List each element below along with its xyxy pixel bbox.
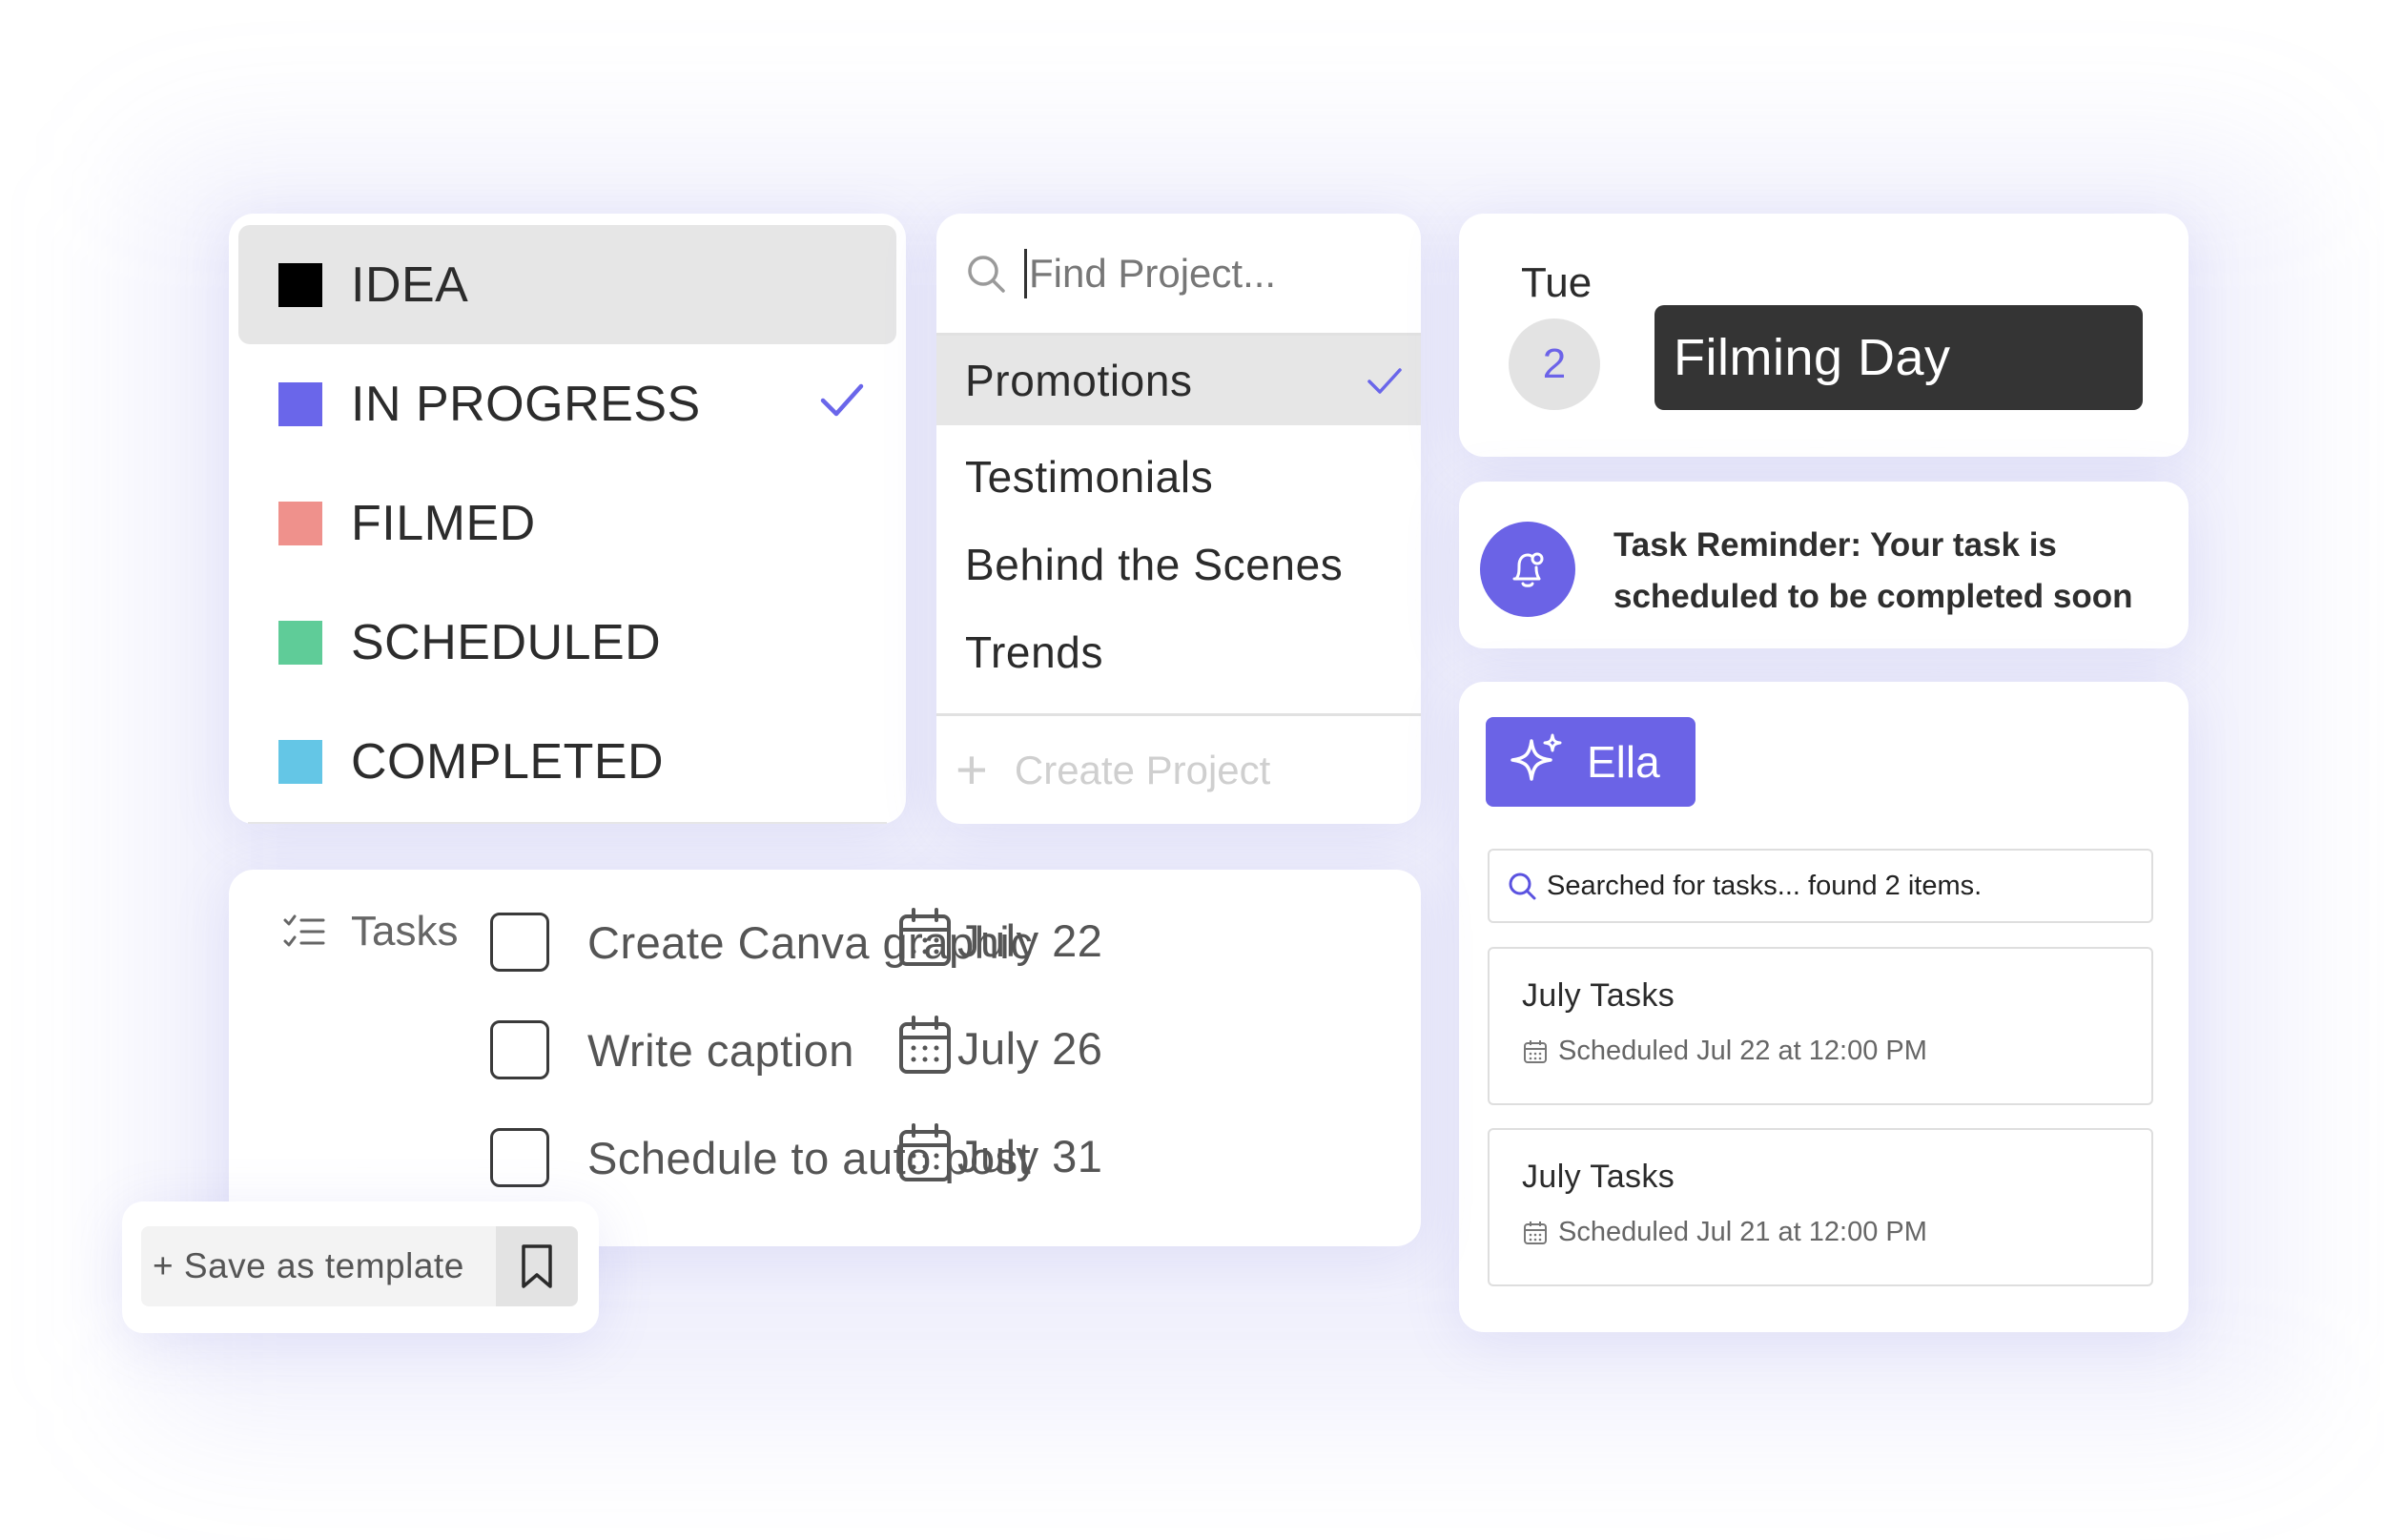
check-icon xyxy=(1367,368,1402,394)
tasks-card: Tasks Create Canva graphic July 22 Write… xyxy=(229,870,1421,1246)
project-item-testimonials[interactable]: Testimonials xyxy=(936,433,1421,521)
status-swatch xyxy=(278,381,322,426)
ella-assistant-button[interactable]: Ella xyxy=(1486,717,1696,807)
calendar-day-card: Tue 2 Filming Day xyxy=(1459,214,2189,457)
calendar-icon[interactable] xyxy=(896,1015,954,1078)
search-placeholder: Find Project... xyxy=(1029,250,1277,296)
calendar-icon[interactable] xyxy=(896,1122,954,1185)
task-result-schedule: Scheduled Jul 21 at 12:00 PM xyxy=(1522,1217,2151,1248)
project-item-trends[interactable]: Trends xyxy=(936,608,1421,696)
calendar-icon[interactable] xyxy=(896,907,954,970)
project-label: Testimonials xyxy=(965,452,1214,502)
calendar-icon xyxy=(1524,1039,1547,1063)
bookmark-icon xyxy=(522,1244,552,1288)
status-item-completed[interactable]: COMPLETED xyxy=(238,702,896,821)
status-item-scheduled[interactable]: SCHEDULED xyxy=(238,583,896,702)
text-caret xyxy=(1024,248,1027,298)
assistant-card: Ella Searched for tasks... found 2 items… xyxy=(1459,682,2189,1332)
project-dropdown: Find Project... Promotions Testimonials … xyxy=(936,214,1421,824)
create-project-label: Create Project xyxy=(1014,747,1271,792)
day-name: Tue xyxy=(1521,259,1593,306)
task-result-schedule: Scheduled Jul 22 at 12:00 PM xyxy=(1522,1036,2151,1067)
task-name[interactable]: Write caption xyxy=(587,1024,854,1077)
event-pill[interactable]: Filming Day xyxy=(1654,305,2143,410)
save-as-template-button[interactable]: + Save as template xyxy=(141,1226,500,1306)
status-item-idea[interactable]: IDEA xyxy=(238,225,896,344)
status-item-in-progress[interactable]: IN PROGRESS xyxy=(238,344,896,463)
task-result-title: July Tasks xyxy=(1522,1159,1675,1195)
status-label: SCHEDULED xyxy=(351,614,662,670)
sparkle-icon xyxy=(1511,733,1562,781)
task-result-item[interactable]: July Tasks Scheduled Jul 22 at 12:00 PM xyxy=(1488,947,2153,1105)
search-icon xyxy=(968,255,1005,293)
assistant-name: Ella xyxy=(1587,737,1660,787)
tasks-title: Tasks xyxy=(351,908,459,955)
divider xyxy=(248,822,887,824)
status-swatch xyxy=(278,620,322,665)
task-checkbox[interactable] xyxy=(490,1020,549,1079)
task-row: Schedule to auto post July 31 xyxy=(490,1123,1396,1189)
project-search-input[interactable]: Find Project... xyxy=(936,214,1421,336)
search-icon xyxy=(1509,873,1536,900)
task-result-item[interactable]: July Tasks Scheduled Jul 21 at 12:00 PM xyxy=(1488,1128,2153,1286)
plus-icon: + xyxy=(956,738,988,801)
task-reminder-card[interactable]: Task Reminder: Your task is scheduled to… xyxy=(1459,482,2189,648)
calendar-icon xyxy=(1524,1221,1547,1244)
search-status-text: Searched for tasks... found 2 items. xyxy=(1547,870,1983,901)
status-label: IN PROGRESS xyxy=(351,376,701,432)
project-item-promotions[interactable]: Promotions xyxy=(936,336,1421,425)
status-label: FILMED xyxy=(351,495,536,551)
status-swatch xyxy=(278,262,322,307)
task-date[interactable]: July 22 xyxy=(957,914,1102,967)
tasks-header: Tasks xyxy=(282,908,458,955)
task-date[interactable]: July 26 xyxy=(957,1022,1102,1075)
template-card: + Save as template xyxy=(122,1201,599,1333)
create-project-button[interactable]: + Create Project xyxy=(936,713,1421,824)
project-label: Promotions xyxy=(965,356,1193,405)
check-icon xyxy=(820,383,864,417)
search-status: Searched for tasks... found 2 items. xyxy=(1488,849,2153,923)
task-row: Write caption July 26 xyxy=(490,1016,1396,1081)
task-checkbox[interactable] xyxy=(490,1128,549,1187)
day-number[interactable]: 2 xyxy=(1509,318,1600,410)
reminder-text: Task Reminder: Your task is scheduled to… xyxy=(1613,526,2133,615)
bookmark-button[interactable] xyxy=(496,1226,578,1306)
schedule-text: Scheduled Jul 22 at 12:00 PM xyxy=(1558,1036,1927,1066)
status-swatch xyxy=(278,739,322,784)
task-row: Create Canva graphic July 22 xyxy=(490,908,1396,974)
status-label: COMPLETED xyxy=(351,733,665,790)
status-label: IDEA xyxy=(351,257,469,313)
task-checkbox[interactable] xyxy=(490,913,549,972)
project-item-behind-the-scenes[interactable]: Behind the Scenes xyxy=(936,521,1421,608)
checklist-icon xyxy=(283,914,325,947)
project-label: Trends xyxy=(965,627,1104,677)
status-item-filmed[interactable]: FILMED xyxy=(238,463,896,583)
task-result-title: July Tasks xyxy=(1522,977,1675,1014)
project-label: Behind the Scenes xyxy=(965,540,1344,589)
status-list-card: IDEA IN PROGRESS FILMED SCHEDULED COMPLE… xyxy=(229,214,906,824)
status-swatch xyxy=(278,501,322,545)
bell-icon xyxy=(1480,522,1575,617)
schedule-text: Scheduled Jul 21 at 12:00 PM xyxy=(1558,1217,1927,1247)
task-date[interactable]: July 31 xyxy=(957,1130,1102,1182)
